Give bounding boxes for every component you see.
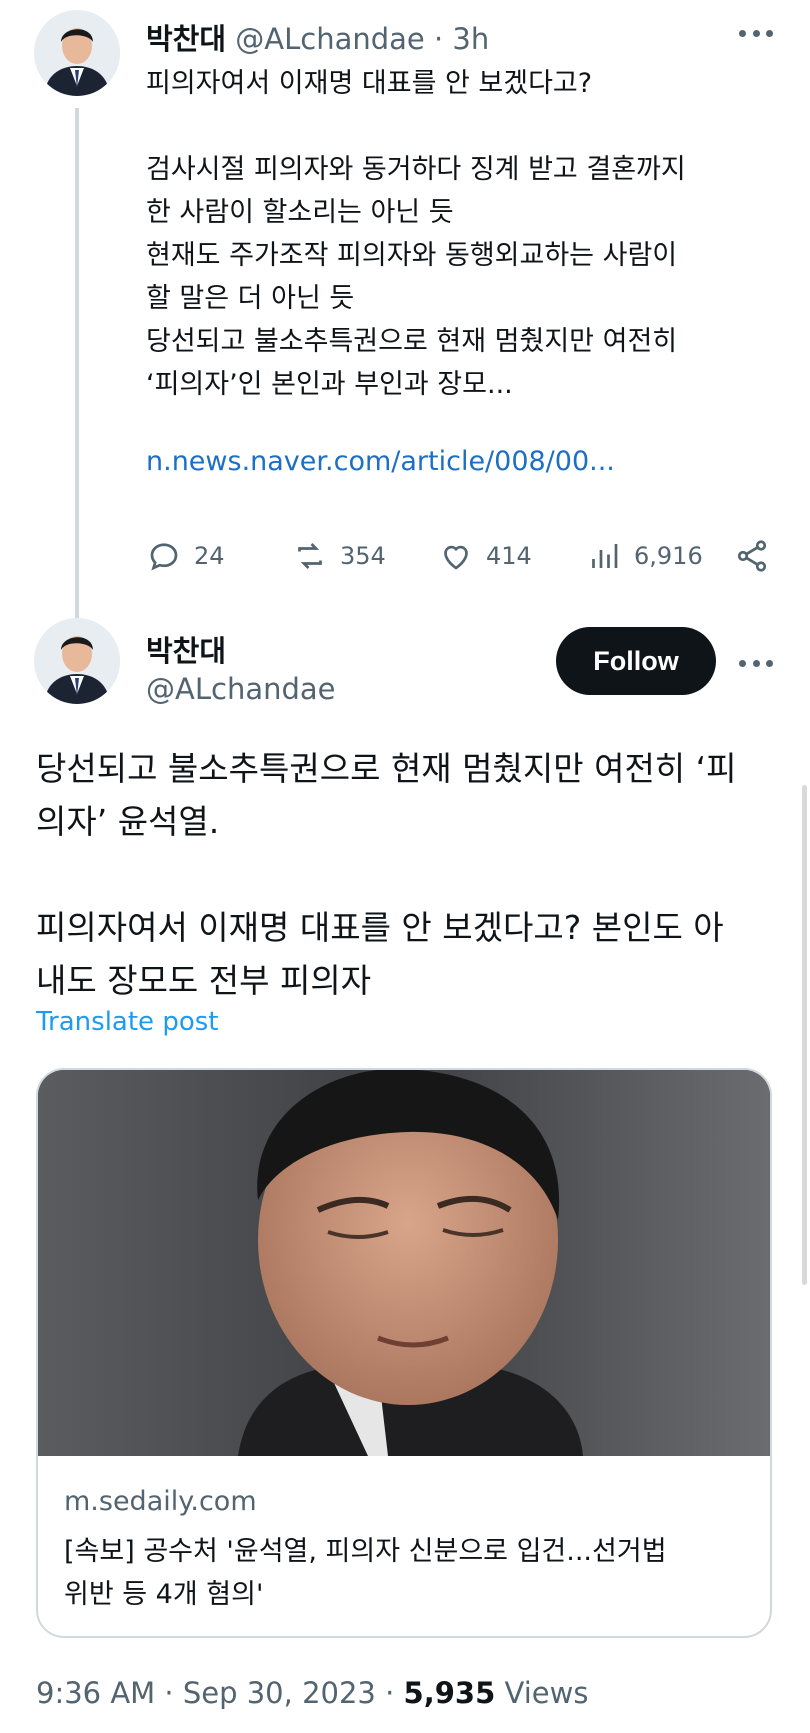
separator-dot: · bbox=[424, 22, 453, 56]
meta-dot: · bbox=[375, 1676, 404, 1710]
more-icon[interactable] bbox=[739, 658, 773, 668]
follow-button[interactable]: Follow bbox=[556, 627, 716, 695]
card-title: [속보] 공수처 '윤석열, 피의자 신분으로 입건...선거법 위반 등 4개… bbox=[64, 1536, 667, 1610]
thread-tweet-header: 박찬대 @ALchandae · 3h bbox=[146, 16, 489, 58]
reply-button[interactable]: 24 bbox=[146, 538, 225, 574]
repost-count: 354 bbox=[340, 542, 386, 570]
author-name[interactable]: 박찬대 bbox=[146, 628, 226, 670]
author-handle[interactable]: @ALchandae bbox=[146, 672, 336, 706]
views-count: 5,935 bbox=[403, 1676, 496, 1710]
tweet-meta: 9:36 AM · Sep 30, 2023 · 5,935 Views bbox=[36, 1676, 588, 1710]
share-button[interactable] bbox=[734, 538, 770, 574]
thread-tweet-text: 피의자여서 이재명 대표를 안 보겠다고? 검사시절 피의자와 동거하다 징계 … bbox=[146, 68, 686, 400]
avatar[interactable] bbox=[34, 618, 120, 704]
thread-connector-line bbox=[75, 108, 79, 618]
link-preview-card[interactable]: m.sedaily.com [속보] 공수처 '윤석열, 피의자 신분으로 입건… bbox=[36, 1068, 772, 1638]
like-icon bbox=[444, 545, 468, 570]
post-date[interactable]: Sep 30, 2023 bbox=[183, 1676, 376, 1710]
tweet-actions: 24 354 414 6,916 bbox=[146, 538, 776, 582]
author-name[interactable]: 박찬대 bbox=[146, 22, 226, 56]
translate-post-link[interactable]: Translate post bbox=[36, 1007, 218, 1037]
like-button[interactable]: 414 bbox=[438, 538, 532, 574]
views-icon bbox=[592, 544, 618, 568]
article-link[interactable]: n.news.naver.com/article/008/00... bbox=[146, 446, 615, 477]
scrollbar[interactable] bbox=[802, 785, 807, 1285]
post-time[interactable]: 9:36 AM bbox=[36, 1676, 155, 1710]
more-icon[interactable] bbox=[739, 28, 773, 38]
reply-icon bbox=[150, 543, 178, 571]
views-button[interactable]: 6,916 bbox=[586, 538, 703, 574]
reply-count: 24 bbox=[194, 542, 225, 570]
tweet-time[interactable]: 3h bbox=[452, 22, 489, 56]
card-image bbox=[38, 1070, 770, 1456]
like-count: 414 bbox=[486, 542, 532, 570]
share-icon bbox=[737, 540, 767, 572]
meta-dot: · bbox=[155, 1676, 183, 1710]
avatar[interactable] bbox=[34, 10, 120, 96]
card-domain: m.sedaily.com bbox=[64, 1486, 257, 1517]
repost-icon bbox=[298, 543, 322, 569]
author-handle[interactable]: @ALchandae bbox=[235, 22, 425, 56]
views-count: 6,916 bbox=[634, 542, 703, 570]
views-label: Views bbox=[495, 1676, 589, 1710]
tweet-text: 당선되고 불소추특권으로 현재 멈췄지만 여전히 ‘피 의자’ 윤석열. 피의자… bbox=[36, 749, 737, 1000]
repost-button[interactable]: 354 bbox=[292, 538, 386, 574]
